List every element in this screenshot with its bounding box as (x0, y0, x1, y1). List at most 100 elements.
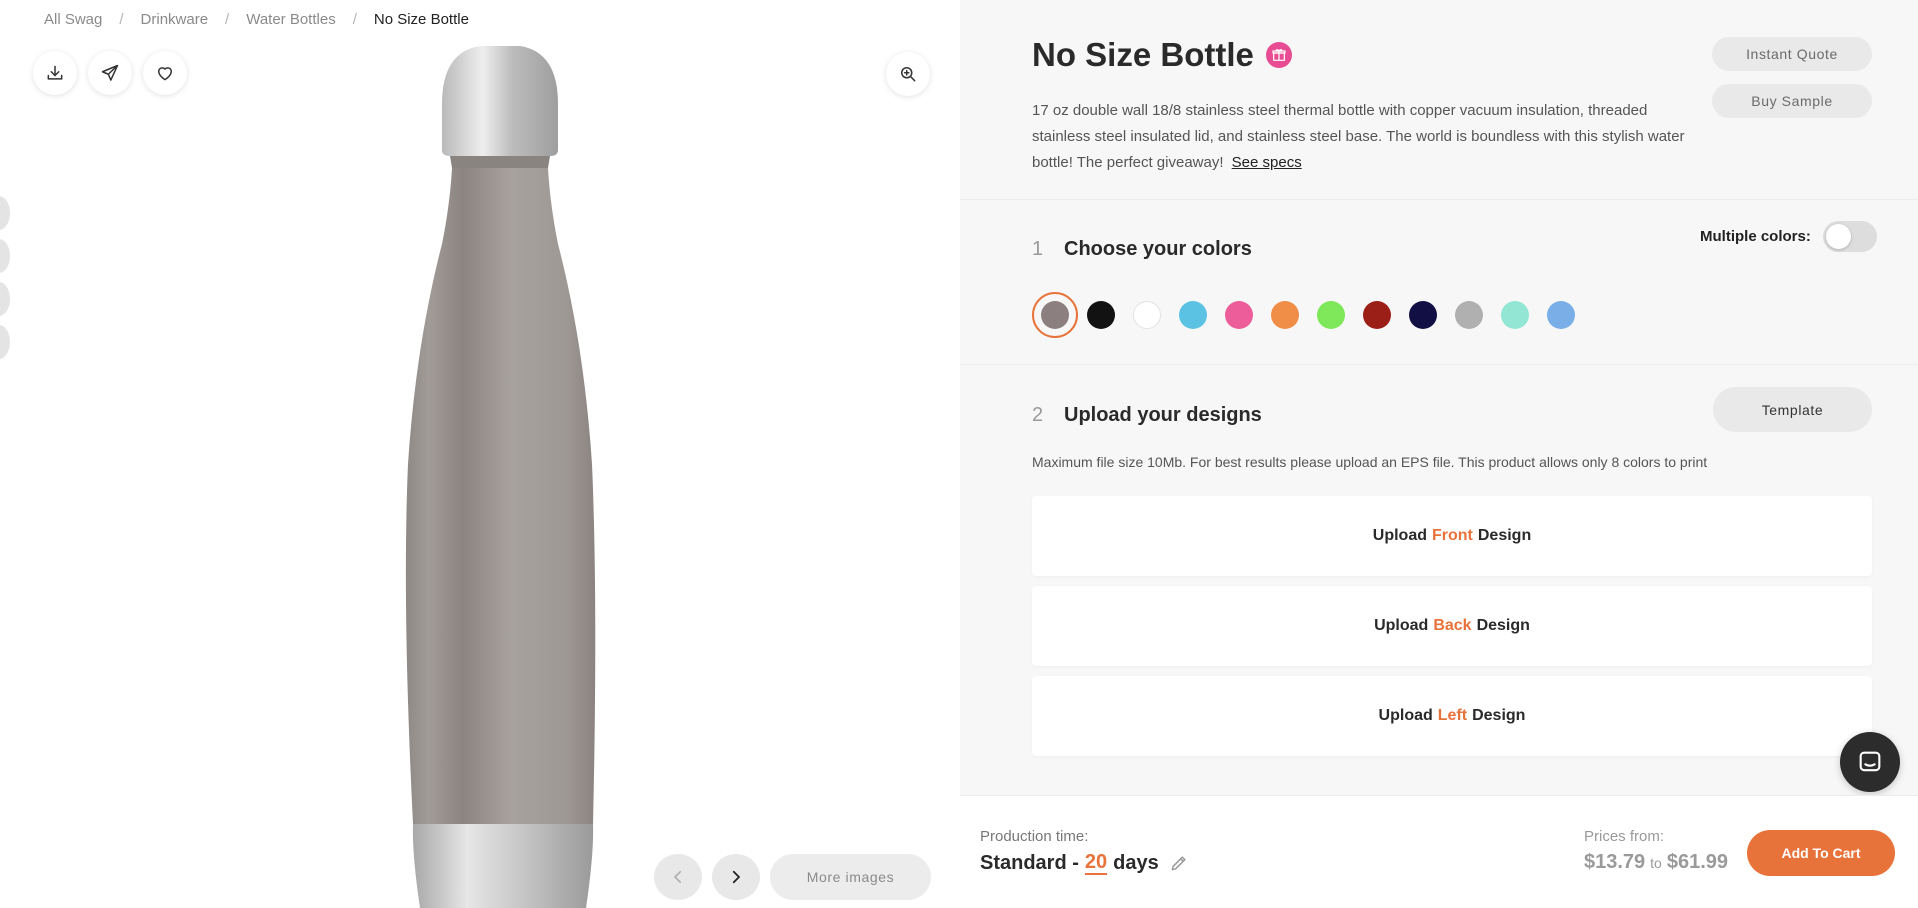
price-max: $61.99 (1666, 851, 1729, 873)
toggle-knob (1825, 224, 1851, 249)
chevron-right-icon (732, 870, 740, 884)
thumbnail[interactable] (0, 282, 10, 316)
breadcrumb-all-swag[interactable]: All Swag (44, 11, 102, 28)
add-to-cart-button[interactable]: Add To Cart (1747, 830, 1895, 876)
share-button[interactable] (88, 51, 132, 95)
bottle-illustration (405, 46, 596, 908)
more-images-button[interactable]: More images (770, 854, 931, 900)
multiple-colors-label: Multiple colors: (1700, 228, 1811, 245)
thumbnail-strip (0, 196, 10, 368)
breadcrumb-separator: / (352, 11, 357, 28)
purchase-bar: Production time: Standard - 20 days Pric… (960, 796, 1918, 908)
product-gallery: All Swag / Drinkware / Water Bottles / N… (0, 0, 960, 908)
multiple-colors-control: Multiple colors: (1700, 221, 1877, 252)
swatch-fill (1455, 301, 1483, 329)
zoom-in-icon (901, 67, 916, 82)
chat-icon (1859, 751, 1881, 772)
color-swatch[interactable] (1216, 292, 1262, 338)
description-text: 17 oz double wall 18/8 stainless steel t… (1032, 102, 1685, 171)
upload-prefix: Upload (1372, 527, 1427, 544)
thumbnail[interactable] (0, 325, 10, 359)
prices-label: Prices from: (1584, 828, 1665, 845)
zoom-button[interactable] (886, 52, 930, 96)
upload-front-button[interactable]: Upload Front Design (1032, 496, 1872, 576)
swatch-fill (1179, 301, 1207, 329)
production-unit: days (1113, 851, 1159, 874)
product-title-text: No Size Bottle (1032, 36, 1254, 73)
colors-step-heading: 1 Choose your colors (1032, 238, 1252, 261)
color-swatch[interactable] (1354, 292, 1400, 338)
upload-prefix: Upload (1374, 617, 1429, 634)
favorite-button[interactable] (143, 51, 187, 95)
production-days[interactable]: 20 (1084, 851, 1108, 875)
upload-suffix: Design (1476, 617, 1530, 634)
color-swatch[interactable] (1032, 292, 1078, 338)
price-to: to (1650, 855, 1662, 871)
swatch-fill (1363, 301, 1391, 329)
buy-sample-button[interactable]: Buy Sample (1712, 84, 1872, 118)
breadcrumb-drinkware[interactable]: Drinkware (141, 11, 209, 28)
upload-left-button[interactable]: Upload Left Design (1032, 676, 1872, 756)
price-range: $13.79 to $61.99 (1584, 851, 1728, 874)
step-title: Upload your designs (1064, 404, 1262, 426)
see-specs-link[interactable]: See specs (1232, 154, 1302, 171)
upload-side: Back (1433, 617, 1472, 634)
production-time-label: Production time: (980, 828, 1089, 845)
section-divider (960, 364, 1918, 365)
prev-image-button[interactable] (654, 854, 702, 900)
chevron-left-icon (674, 870, 682, 884)
breadcrumb-separator: / (225, 11, 230, 28)
swatch-fill (1501, 301, 1529, 329)
chat-button[interactable] (1840, 732, 1900, 792)
product-configurator: No Size Bottle 17 oz double wall 18/8 st… (960, 0, 1918, 908)
multiple-colors-toggle[interactable] (1822, 221, 1877, 252)
next-image-button[interactable] (712, 854, 760, 900)
color-swatch[interactable] (1538, 292, 1584, 338)
swatch-fill (1409, 301, 1437, 329)
breadcrumb-water-bottles[interactable]: Water Bottles (246, 11, 335, 28)
upload-prefix: Upload (1378, 707, 1433, 724)
pencil-icon[interactable] (1169, 853, 1189, 873)
breadcrumb-separator: / (119, 11, 124, 28)
price-min: $13.79 (1584, 851, 1646, 873)
template-button[interactable]: Template (1713, 387, 1872, 432)
color-swatch[interactable] (1124, 292, 1170, 338)
color-swatches (1032, 292, 1584, 338)
product-title: No Size Bottle (1032, 36, 1292, 74)
color-swatch[interactable] (1308, 292, 1354, 338)
swatch-fill (1041, 301, 1069, 329)
swatch-fill (1271, 301, 1299, 329)
thumbnail[interactable] (0, 239, 10, 273)
swatch-fill (1547, 301, 1575, 329)
product-description: 17 oz double wall 18/8 stainless steel t… (1032, 98, 1708, 176)
upload-suffix: Design (1472, 707, 1526, 724)
heart-icon (158, 67, 172, 81)
color-swatch[interactable] (1262, 292, 1308, 338)
upload-side: Left (1437, 707, 1468, 724)
color-swatch[interactable] (1170, 292, 1216, 338)
step-number: 1 (1032, 238, 1044, 260)
send-icon (101, 64, 119, 81)
instant-quote-button[interactable]: Instant Quote (1712, 37, 1872, 71)
product-page: All Swag / Drinkware / Water Bottles / N… (0, 0, 1918, 908)
color-swatch[interactable] (1492, 292, 1538, 338)
step-title: Choose your colors (1064, 238, 1252, 260)
thumbnail[interactable] (0, 196, 10, 230)
production-type: Standard - (980, 851, 1079, 874)
download-icon (47, 65, 63, 80)
swatch-fill (1087, 301, 1115, 329)
download-button[interactable] (33, 51, 77, 95)
color-swatch[interactable] (1446, 292, 1492, 338)
designs-step-heading: 2 Upload your designs (1032, 404, 1262, 427)
swatch-fill (1317, 301, 1345, 329)
product-image (380, 44, 660, 908)
swatch-fill (1225, 301, 1253, 329)
color-swatch[interactable] (1078, 292, 1124, 338)
upload-back-button[interactable]: Upload Back Design (1032, 586, 1872, 666)
upload-side: Front (1432, 527, 1473, 544)
breadcrumb: All Swag / Drinkware / Water Bottles / N… (44, 11, 469, 28)
gift-icon (1265, 42, 1292, 68)
upload-suffix: Design (1477, 527, 1532, 544)
color-swatch[interactable] (1400, 292, 1446, 338)
section-divider (960, 199, 1918, 200)
